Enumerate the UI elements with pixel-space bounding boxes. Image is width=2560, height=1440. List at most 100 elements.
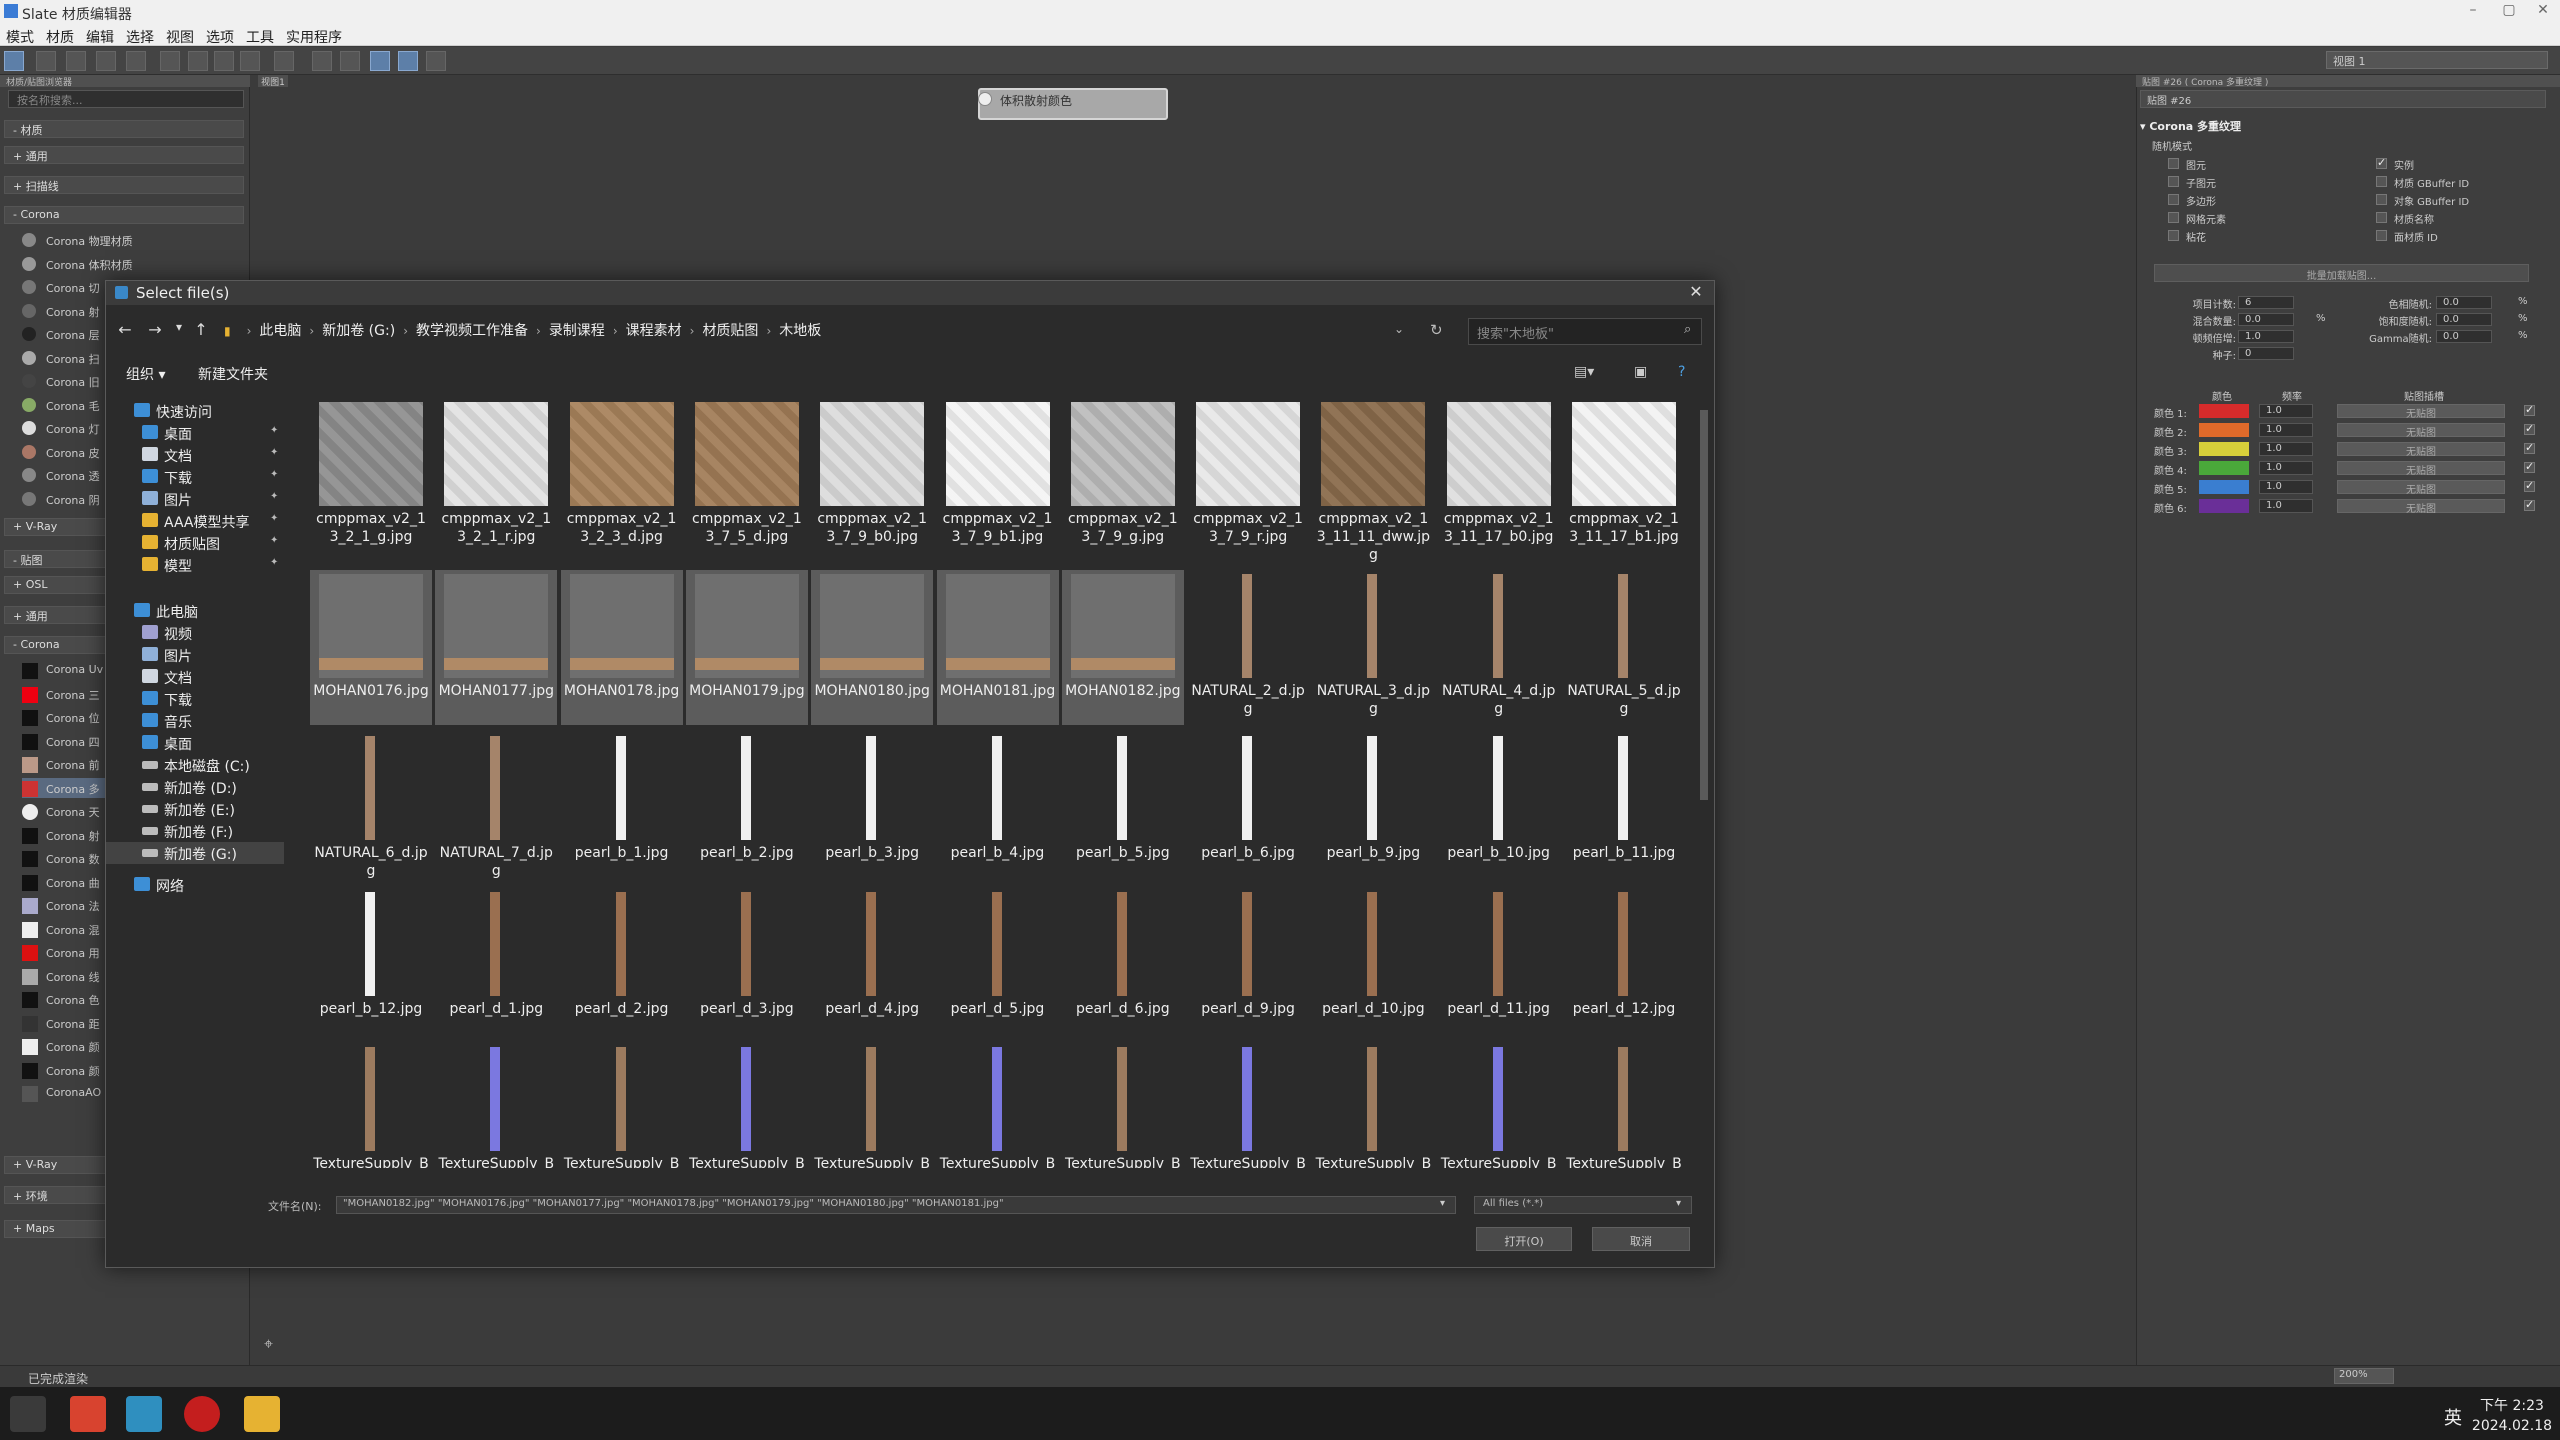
- cancel-button[interactable]: 取消: [1592, 1227, 1690, 1251]
- close-window-button[interactable]: ✕: [2528, 2, 2558, 22]
- breadcrumb-chevron-icon[interactable]: ›: [613, 324, 618, 338]
- start-icon[interactable]: [10, 1396, 46, 1432]
- file-tile[interactable]: cmppmax_v2_13_7_5_d.jpg: [686, 398, 808, 553]
- map-list-item[interactable]: Corona 前: [22, 754, 112, 774]
- layout-all-icon[interactable]: [312, 51, 332, 71]
- nav-item-music[interactable]: 音乐: [106, 710, 284, 732]
- param-spinner[interactable]: 6: [2238, 296, 2294, 309]
- file-tile[interactable]: pearl_b_9.jpg: [1312, 732, 1434, 887]
- file-tile[interactable]: TextureSupply_Boards001_C_28: [937, 1043, 1059, 1168]
- frequency-spinner[interactable]: 1.0: [2259, 461, 2313, 475]
- file-tile[interactable]: cmppmax_v2_13_2_1_g.jpg: [310, 398, 432, 553]
- random-mode-checkbox[interactable]: [2168, 158, 2179, 169]
- param-spinner[interactable]: 1.0: [2238, 330, 2294, 343]
- file-tile[interactable]: NATURAL_2_d.jpg: [1187, 570, 1309, 725]
- put-material-icon[interactable]: [66, 51, 86, 71]
- nav-item-picture[interactable]: 图片: [106, 644, 284, 666]
- minimize-button[interactable]: –: [2458, 2, 2488, 22]
- binoculars-icon[interactable]: ⌖: [264, 1334, 284, 1354]
- file-tile[interactable]: pearl_b_6.jpg: [1187, 732, 1309, 887]
- map-slot-checkbox[interactable]: [2524, 460, 2535, 473]
- file-tile[interactable]: TextureSupply_Boards001_D_2: [1187, 1043, 1309, 1168]
- section-materials[interactable]: - 材质: [4, 120, 244, 138]
- file-tile[interactable]: pearl_d_12.jpg: [1563, 888, 1685, 1043]
- node-socket[interactable]: [978, 92, 992, 106]
- map-name-field[interactable]: 贴图 #26: [2140, 90, 2546, 108]
- nav-item-doc[interactable]: 文档: [106, 666, 284, 688]
- file-tile[interactable]: TextureSupply_Boards001_B_28: [686, 1043, 808, 1168]
- map-slot-button[interactable]: 无贴图: [2337, 423, 2505, 439]
- frequency-spinner[interactable]: 1.0: [2259, 480, 2313, 494]
- material-id-icon[interactable]: [240, 51, 260, 71]
- breadcrumb-chevron-icon[interactable]: ›: [309, 324, 314, 338]
- breadcrumb-item[interactable]: 教学视频工作准备: [416, 323, 528, 339]
- random-mode-checkbox[interactable]: [2168, 194, 2179, 205]
- file-tile[interactable]: pearl_b_11.jpg: [1563, 732, 1685, 887]
- file-tile[interactable]: pearl_b_1.jpg: [561, 732, 683, 887]
- select-tool-icon[interactable]: [4, 51, 24, 71]
- organize-button[interactable]: 组织 ▾: [126, 364, 165, 384]
- file-tile[interactable]: TextureSupply_Boards001_B_28: [561, 1043, 683, 1168]
- map-list-item[interactable]: Corona 线: [22, 966, 112, 986]
- file-tile[interactable]: NATURAL_6_d.jpg: [310, 732, 432, 887]
- map-list-item[interactable]: Corona 用: [22, 942, 112, 962]
- browser-search-input[interactable]: 按名称搜索...: [8, 90, 244, 108]
- color-swatch[interactable]: [2199, 480, 2249, 494]
- map-list-item[interactable]: Corona 色: [22, 989, 112, 1009]
- map-list-item[interactable]: Corona 射: [22, 825, 112, 845]
- parameter-editor-toggle-icon[interactable]: [398, 51, 418, 71]
- file-tile[interactable]: NATURAL_4_d.jpg: [1438, 570, 1560, 725]
- random-mode-checkbox[interactable]: [2168, 230, 2179, 241]
- file-tile[interactable]: NATURAL_5_d.jpg: [1563, 570, 1685, 725]
- frequency-spinner[interactable]: 1.0: [2259, 499, 2313, 513]
- random-mode-checkbox[interactable]: [2376, 156, 2387, 169]
- nav-item-folder[interactable]: 材质贴图 ✦: [106, 532, 284, 554]
- new-folder-button[interactable]: 新建文件夹: [198, 364, 268, 384]
- map-slot-checkbox[interactable]: [2524, 403, 2535, 416]
- nav-item-drive[interactable]: 本地磁盘 (C:): [106, 754, 284, 776]
- breadcrumb-chevron-icon[interactable]: ›: [766, 324, 771, 338]
- file-tile[interactable]: MOHAN0181.jpg: [936, 570, 1059, 725]
- recent-dropdown-icon[interactable]: ▾: [168, 320, 190, 334]
- nav-item-drive[interactable]: 新加卷 (D:): [106, 776, 284, 798]
- hide-unused-icon[interactable]: [274, 51, 294, 71]
- nav-item-download[interactable]: 下载: [106, 688, 284, 710]
- taskbar-app-icon[interactable]: [70, 1396, 106, 1432]
- map-list-item[interactable]: Corona 位: [22, 707, 112, 727]
- section-corona[interactable]: - Corona: [4, 206, 244, 224]
- map-list-item[interactable]: Corona 曲: [22, 872, 112, 892]
- file-tile[interactable]: pearl_b_10.jpg: [1438, 732, 1560, 887]
- file-tile[interactable]: pearl_d_4.jpg: [811, 888, 933, 1043]
- param-spinner[interactable]: 0.0: [2436, 330, 2492, 343]
- param-spinner[interactable]: 0.0: [2436, 296, 2492, 309]
- view-options-icon[interactable]: ▤▾: [1574, 364, 1594, 380]
- preview-pane-icon[interactable]: ▣: [1634, 364, 1647, 380]
- delete-icon[interactable]: [126, 51, 146, 71]
- random-mode-checkbox[interactable]: [2376, 194, 2387, 205]
- file-tile[interactable]: pearl_d_11.jpg: [1438, 888, 1560, 1043]
- random-mode-checkbox[interactable]: [2376, 212, 2387, 223]
- refresh-icon[interactable]: ↻: [1430, 321, 1443, 339]
- menu-tools[interactable]: 工具: [240, 24, 280, 47]
- file-tile[interactable]: pearl_d_3.jpg: [686, 888, 808, 1043]
- file-tile[interactable]: cmppmax_v2_13_11_11_dww.jpg: [1312, 398, 1434, 563]
- file-tile[interactable]: MOHAN0179.jpg: [685, 570, 808, 725]
- breadcrumb-item[interactable]: 木地板: [779, 323, 821, 339]
- map-list-item[interactable]: Corona 天: [22, 801, 112, 821]
- param-spinner[interactable]: 0.0: [2436, 313, 2492, 326]
- move-children-icon[interactable]: [160, 51, 180, 71]
- address-dropdown-icon[interactable]: ⌄: [1394, 322, 1404, 336]
- menu-material[interactable]: 材质: [40, 24, 80, 47]
- breadcrumb-item[interactable]: 新加卷 (G:): [322, 323, 395, 339]
- menu-options[interactable]: 选项: [200, 24, 240, 47]
- color-swatch[interactable]: [2199, 442, 2249, 456]
- menu-edit[interactable]: 编辑: [80, 24, 120, 47]
- color-swatch[interactable]: [2199, 404, 2249, 418]
- file-tile[interactable]: MOHAN0182.jpg: [1061, 570, 1184, 725]
- file-tile[interactable]: pearl_b_12.jpg: [310, 888, 432, 1043]
- nav-item-picture[interactable]: 图片 ✦: [106, 488, 284, 510]
- breadcrumb-chevron-icon[interactable]: ›: [536, 324, 541, 338]
- section-scanline[interactable]: + 扫描线: [4, 176, 244, 194]
- map-list-item[interactable]: Corona 混: [22, 919, 112, 939]
- file-tile[interactable]: MOHAN0178.jpg: [560, 570, 683, 725]
